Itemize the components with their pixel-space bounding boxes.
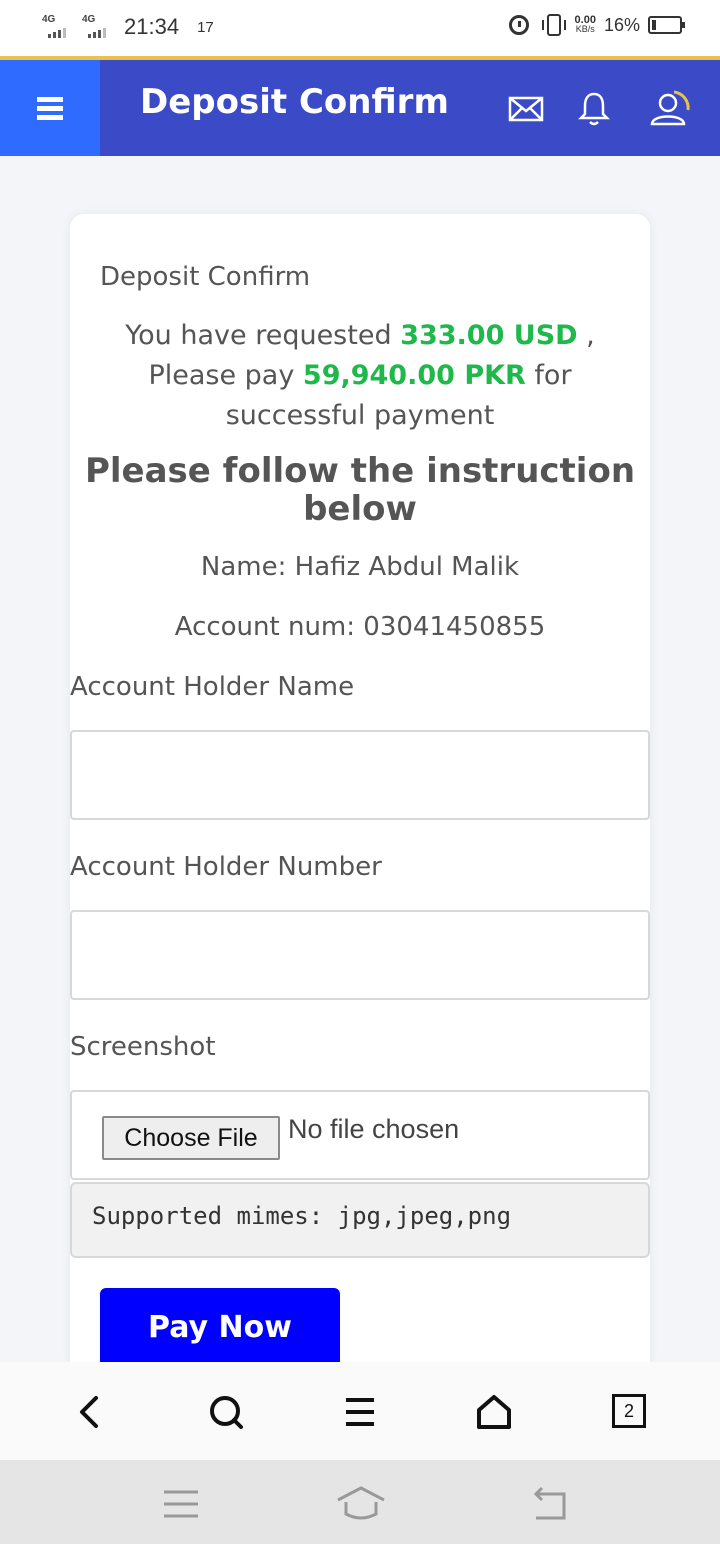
return-icon[interactable]: [524, 1484, 574, 1524]
signal-icon: 4G: [80, 14, 112, 40]
back-icon[interactable]: [68, 1390, 112, 1434]
recent-apps-icon[interactable]: [156, 1484, 206, 1524]
choose-file-button[interactable]: Choose File: [102, 1116, 280, 1160]
instruction-heading: Please follow the instruction below: [84, 451, 636, 529]
screenshot-label: Screenshot: [70, 1032, 216, 1062]
account-number: Account num: 03041450855: [174, 612, 546, 642]
file-upload-field[interactable]: Choose File No file chosen: [70, 1090, 650, 1180]
search-icon[interactable]: [204, 1390, 248, 1434]
menu-icon[interactable]: [338, 1390, 382, 1434]
pay-prefix: Please pay: [148, 360, 295, 391]
tabs-icon[interactable]: 2: [612, 1394, 646, 1428]
request-comma: ,: [586, 320, 595, 351]
file-status: No file chosen: [288, 1114, 460, 1144]
pay-now-button[interactable]: Pay Now: [100, 1288, 340, 1368]
request-prefix: You have requested: [125, 320, 392, 351]
card-title: Deposit Confirm: [100, 262, 311, 292]
network-type-2: 4G: [82, 14, 96, 25]
menu-icon: [37, 93, 63, 124]
account-name: Name: Hafiz Abdul Malik: [200, 552, 520, 582]
page-title: Deposit Confirm: [140, 82, 449, 122]
browser-toolbar: 2: [0, 1362, 720, 1460]
pay-suffix: for: [534, 360, 572, 391]
holder-name-label: Account Holder Name: [70, 672, 355, 702]
status-bar: 4G 4G 21:34 17 0.00 KB/s 16%: [0, 0, 720, 56]
user-icon[interactable]: [646, 88, 692, 128]
home-icon[interactable]: [472, 1390, 516, 1434]
vibrate-icon: [541, 14, 566, 36]
system-nav-bar: [0, 1460, 720, 1544]
pay-amount: 59,940.00 PKR: [302, 360, 526, 391]
mimes-note: Supported mimes: jpg,jpeg,png: [70, 1182, 650, 1258]
holder-number-label: Account Holder Number: [70, 852, 382, 882]
pay-tail: successful payment: [225, 400, 495, 431]
battery-icon: [648, 16, 685, 34]
signal-icon: 4G: [40, 14, 72, 40]
bell-icon[interactable]: [574, 88, 614, 128]
menu-button[interactable]: [0, 60, 100, 156]
home-icon[interactable]: [334, 1484, 388, 1524]
holder-number-input[interactable]: [70, 910, 650, 1000]
mail-icon[interactable]: [506, 88, 546, 128]
network-speed: 0.00 KB/s: [575, 15, 596, 34]
speed-unit: KB/s: [575, 24, 595, 34]
clock: 21:34: [124, 14, 180, 39]
app-header: Deposit Confirm: [0, 60, 720, 156]
request-amount: 333.00 USD: [400, 320, 578, 351]
holder-name-input[interactable]: [70, 730, 650, 820]
payment-request-text: You have requested 333.00 USD , Please p…: [70, 316, 650, 436]
notification-count: 17: [197, 18, 214, 36]
pay-line: Please pay 59,940.00 PKR for: [70, 356, 650, 396]
network-type-1: 4G: [42, 14, 56, 25]
request-line: You have requested 333.00 USD ,: [70, 316, 650, 356]
alarm-icon: [508, 15, 529, 35]
battery-percent: 16%: [603, 14, 640, 35]
